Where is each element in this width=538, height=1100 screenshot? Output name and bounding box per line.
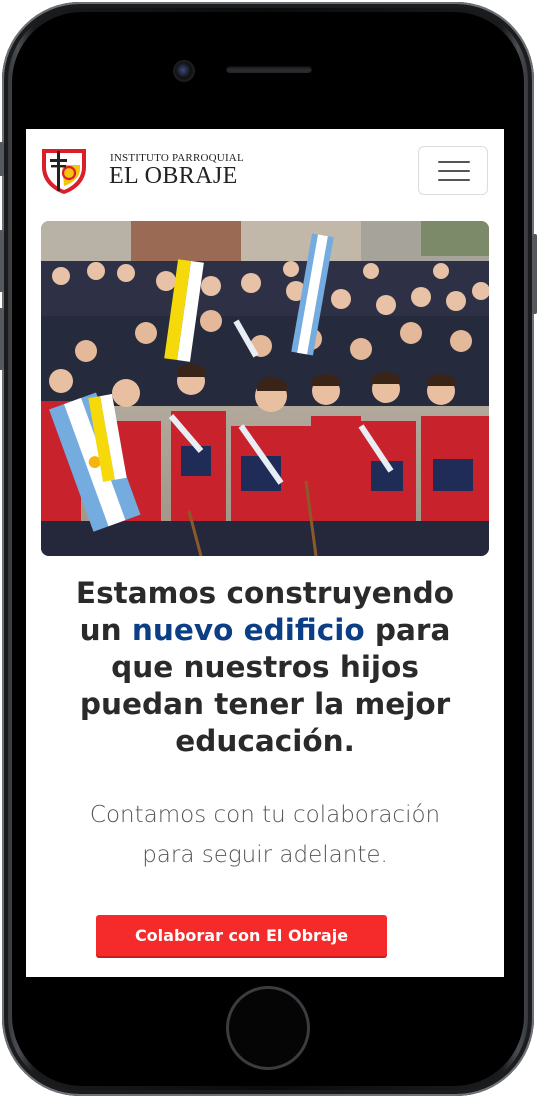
school-logo-icon xyxy=(42,149,86,194)
home-button[interactable] xyxy=(226,986,310,1070)
hamburger-menu-icon xyxy=(438,179,470,181)
hero-headline: Estamos construyendo un nuevo edificio pa… xyxy=(75,576,455,758)
navbar: INSTITUTO PARROQUIAL EL OBRAJE xyxy=(26,129,504,209)
subtext-line-2: para seguir adelante. xyxy=(142,842,388,868)
hamburger-menu-icon xyxy=(438,170,470,172)
hero-subtext: Contamos con tu colaboración para seguir… xyxy=(26,795,504,875)
children-parade-photo xyxy=(41,221,489,556)
brand-name: EL OBRAJE xyxy=(109,163,238,189)
earpiece-speaker xyxy=(226,66,312,73)
mute-switch xyxy=(0,142,4,176)
hero-image xyxy=(41,221,489,556)
subtext-line-1: Contamos con tu colaboración xyxy=(89,802,441,828)
navbar-toggle-button[interactable] xyxy=(418,146,488,195)
hamburger-menu-icon xyxy=(438,161,470,163)
front-camera-icon xyxy=(173,60,195,82)
power-button xyxy=(532,234,537,314)
collaborate-button[interactable]: Colaborar con El Obraje xyxy=(96,915,387,956)
phone-screen: INSTITUTO PARROQUIAL EL OBRAJE Estamos c… xyxy=(26,129,504,977)
headline-accent: nuevo edificio xyxy=(131,613,365,647)
volume-up-button xyxy=(0,230,4,292)
volume-down-button xyxy=(0,308,4,370)
